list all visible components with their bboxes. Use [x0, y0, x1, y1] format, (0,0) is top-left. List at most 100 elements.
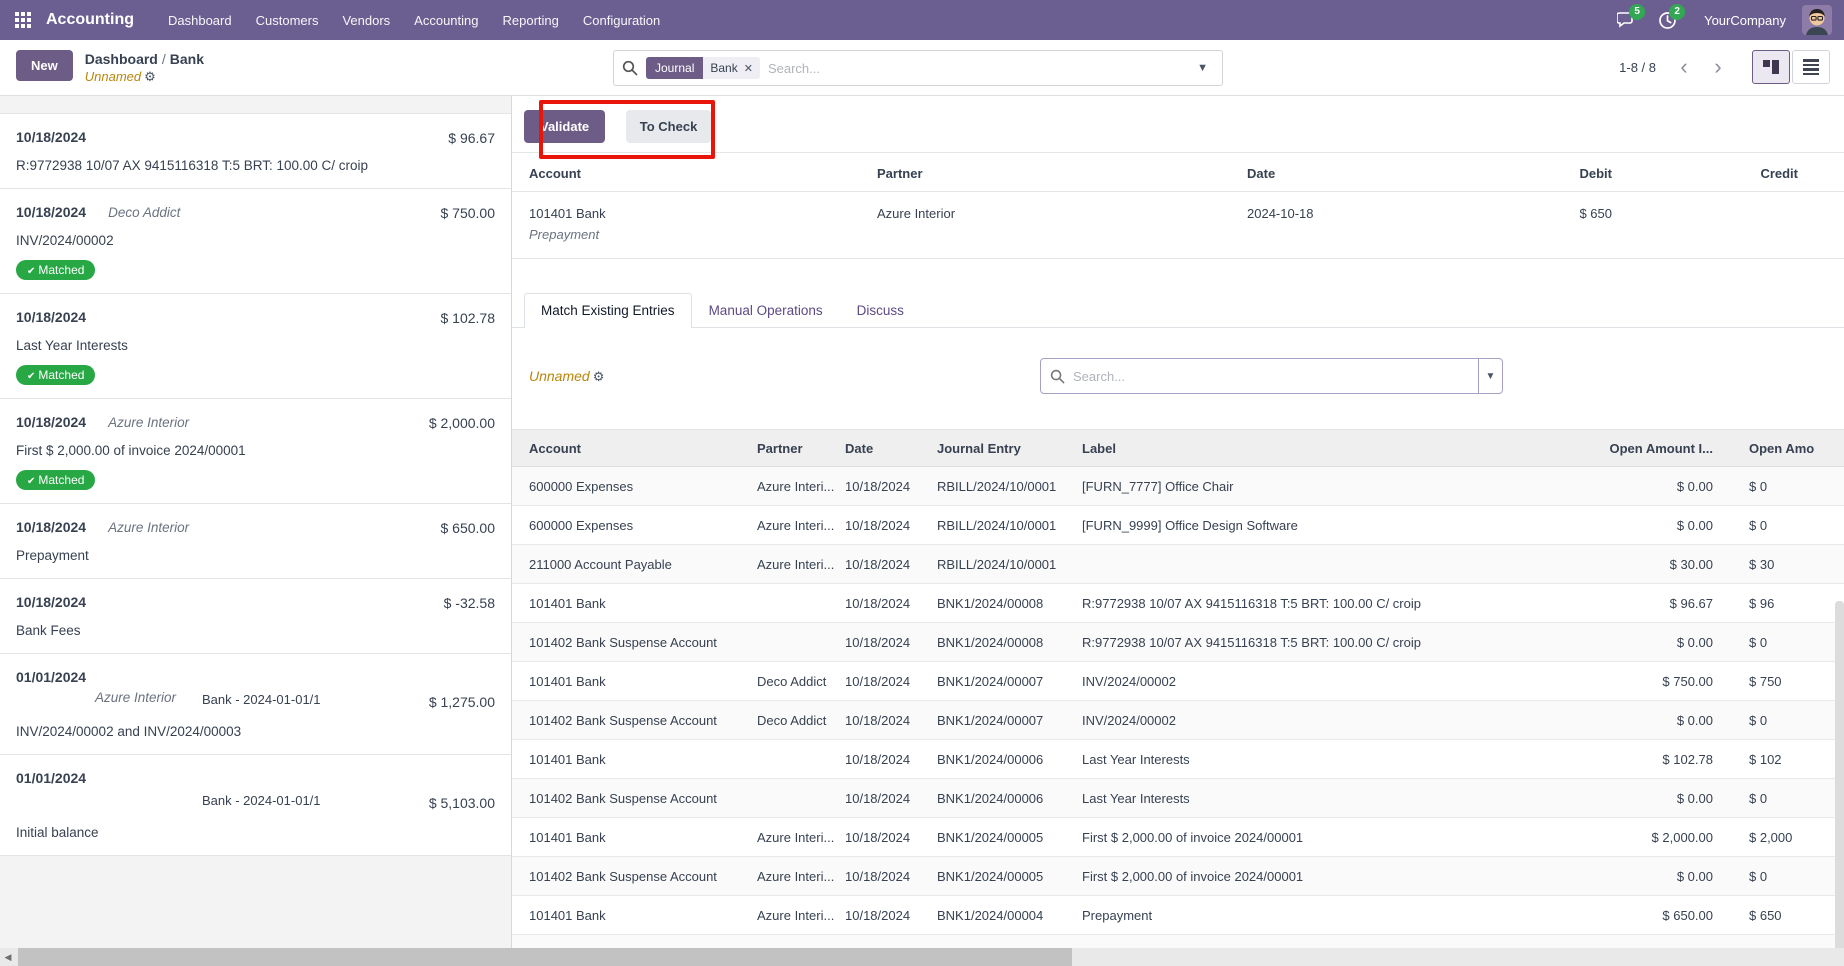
table-cell: $ 0.00 — [1545, 713, 1715, 728]
detail-partner: Azure Interior — [877, 192, 1247, 258]
table-row[interactable]: 211000 Account PayableAzure Interi...10/… — [512, 545, 1844, 584]
horizontal-scrollbar-thumb[interactable] — [18, 948, 1072, 966]
table-row[interactable]: 101401 Bank10/18/2024BNK1/2024/00006Last… — [512, 740, 1844, 779]
table-cell: Azure Interi... — [757, 869, 845, 884]
details-column-header: Account — [529, 153, 877, 191]
statement-line[interactable]: $ 96.6710/18/2024R:9772938 10/07 AX 9415… — [0, 113, 511, 189]
menu-item-vendors[interactable]: Vendors — [330, 3, 402, 38]
new-button[interactable]: New — [16, 50, 73, 81]
statement-label: Prepayment — [16, 546, 451, 565]
detail-date: 2024-10-18 — [1247, 192, 1482, 258]
statement-amount: $ 650.00 — [441, 520, 496, 536]
tab-discuss[interactable]: Discuss — [840, 293, 921, 328]
table-cell: $ 0.00 — [1545, 869, 1715, 884]
table-cell: BNK1/2024/00005 — [937, 830, 1082, 845]
gear-icon[interactable]: ⚙ — [144, 69, 156, 84]
column-header: Journal Entry — [937, 441, 1082, 456]
apps-menu-button[interactable] — [10, 7, 36, 33]
pager-next-button[interactable]: › — [1704, 51, 1732, 83]
table-row[interactable]: 101401 BankDeco Addict10/18/2024BNK1/202… — [512, 662, 1844, 701]
table-cell: $ 750 — [1715, 674, 1844, 689]
menu-item-dashboard[interactable]: Dashboard — [156, 3, 244, 38]
close-icon[interactable]: ✕ — [744, 62, 753, 75]
table-row[interactable]: 101402 Bank Suspense AccountAzure Interi… — [512, 935, 1844, 948]
statement-line[interactable]: $ 1,275.0001/01/2024Azure InteriorBank -… — [0, 654, 511, 755]
menu-item-reporting[interactable]: Reporting — [491, 3, 571, 38]
statement-line[interactable]: $ -32.5810/18/2024Bank Fees — [0, 579, 511, 654]
match-search-options-toggle[interactable]: ▼ — [1478, 359, 1502, 393]
statement-date: 10/18/2024 — [16, 204, 86, 220]
search-options-toggle[interactable]: ▼ — [1191, 58, 1214, 78]
table-cell: RBILL/2024/10/0001 — [937, 479, 1082, 494]
gear-icon[interactable]: ⚙ — [593, 369, 605, 384]
table-row[interactable]: 101402 Bank Suspense Account10/18/2024BN… — [512, 779, 1844, 818]
table-row[interactable]: 101401 BankAzure Interi...10/18/2024BNK1… — [512, 896, 1844, 935]
search-input[interactable] — [768, 61, 1191, 76]
table-cell: Azure Interi... — [757, 908, 845, 923]
control-panel: New Dashboard/Bank Unnamed⚙ Journal Bank… — [0, 40, 1844, 96]
statement-line[interactable]: $ 650.0010/18/2024Azure InteriorPrepayme… — [0, 504, 511, 579]
scrollbar-left-arrow-icon[interactable]: ◀ — [0, 948, 16, 966]
horizontal-scrollbar[interactable]: ◀ — [0, 948, 1844, 966]
table-cell: INV/2024/00002 — [1082, 713, 1545, 728]
match-search-input[interactable] — [1073, 369, 1478, 384]
statement-line[interactable]: $ 2,000.0010/18/2024Azure InteriorFirst … — [0, 399, 511, 504]
detail-debit: $ 650 — [1482, 192, 1612, 258]
list-view-button[interactable] — [1792, 50, 1830, 84]
table-cell: 10/18/2024 — [845, 635, 937, 650]
menu-item-customers[interactable]: Customers — [244, 3, 331, 38]
statement-line[interactable]: $ 102.7810/18/2024Last Year Interests✔Ma… — [0, 294, 511, 399]
statement-amount: $ 96.67 — [448, 130, 495, 146]
table-row[interactable]: 101402 Bank Suspense AccountDeco Addict1… — [512, 701, 1844, 740]
menu-item-accounting[interactable]: Accounting — [402, 3, 490, 38]
messages-button[interactable]: 5 — [1610, 3, 1644, 37]
pager-previous-button[interactable]: ‹ — [1670, 51, 1698, 83]
table-cell: 10/18/2024 — [845, 674, 937, 689]
kanban-view-button[interactable] — [1752, 50, 1790, 84]
vertical-scrollbar[interactable] — [1835, 505, 1844, 948]
table-row[interactable]: 101401 Bank10/18/2024BNK1/2024/00008R:97… — [512, 584, 1844, 623]
table-cell: 10/18/2024 — [845, 518, 937, 533]
statement-line[interactable]: $ 5,103.0001/01/2024Bank - 2024-01-01/1I… — [0, 755, 511, 856]
statement-label: INV/2024/00002 — [16, 231, 451, 250]
table-cell: First $ 2,000.00 of invoice 2024/00001 — [1082, 830, 1545, 845]
table-cell: [FURN_9999] Office Design Software — [1082, 518, 1545, 533]
vertical-scrollbar-thumb[interactable] — [1835, 601, 1844, 948]
statement-line-ref-row: Azure InteriorBank - 2024-01-01/1 — [16, 688, 451, 714]
statement-label: INV/2024/00002 and INV/2024/00003 — [16, 722, 451, 741]
tab-match-existing-entries[interactable]: Match Existing Entries — [524, 293, 692, 328]
breadcrumb-dashboard[interactable]: Dashboard — [85, 51, 158, 67]
table-row[interactable]: 101402 Bank Suspense Account10/18/2024BN… — [512, 623, 1844, 662]
table-cell: BNK1/2024/00007 — [937, 674, 1082, 689]
table-cell: BNK1/2024/00005 — [937, 869, 1082, 884]
facet-value: Bank ✕ — [703, 57, 760, 79]
statement-lines-panel: $ 96.6710/18/2024R:9772938 10/07 AX 9415… — [0, 96, 512, 948]
table-cell: 10/18/2024 — [845, 479, 937, 494]
statement-amount: $ -32.58 — [444, 595, 495, 611]
to-check-button[interactable]: To Check — [626, 110, 712, 143]
table-cell: $ 750.00 — [1545, 674, 1715, 689]
column-header: Date — [845, 441, 937, 456]
validate-button[interactable]: Validate — [524, 110, 605, 143]
avatar-image — [1802, 5, 1832, 35]
statement-line[interactable]: $ 750.0010/18/2024Deco AddictINV/2024/00… — [0, 189, 511, 294]
table-cell: $ 102 — [1715, 752, 1844, 767]
table-row[interactable]: 600000 ExpensesAzure Interi...10/18/2024… — [512, 506, 1844, 545]
table-cell: 10/18/2024 — [845, 791, 937, 806]
table-cell: Azure Interi... — [757, 518, 845, 533]
activities-button[interactable]: 2 — [1650, 3, 1684, 37]
details-row[interactable]: 101401 Bank Prepayment Azure Interior 20… — [512, 192, 1844, 259]
tab-manual-operations[interactable]: Manual Operations — [692, 293, 840, 328]
table-row[interactable]: 101401 BankAzure Interi...10/18/2024BNK1… — [512, 818, 1844, 857]
statement-date: 10/18/2024 — [16, 414, 86, 430]
table-row[interactable]: 600000 ExpensesAzure Interi...10/18/2024… — [512, 467, 1844, 506]
detail-account-note: Prepayment — [529, 227, 877, 242]
company-name[interactable]: YourCompany — [1704, 13, 1786, 28]
table-row[interactable]: 101402 Bank Suspense AccountAzure Interi… — [512, 857, 1844, 896]
user-avatar[interactable] — [1802, 5, 1832, 35]
inner-record-name-row: Unnamed⚙ — [529, 368, 604, 385]
app-name[interactable]: Accounting — [46, 11, 134, 29]
menu-item-configuration[interactable]: Configuration — [571, 3, 672, 38]
statement-partner: Azure Interior — [108, 415, 189, 430]
statement-partner: Deco Addict — [108, 205, 180, 220]
